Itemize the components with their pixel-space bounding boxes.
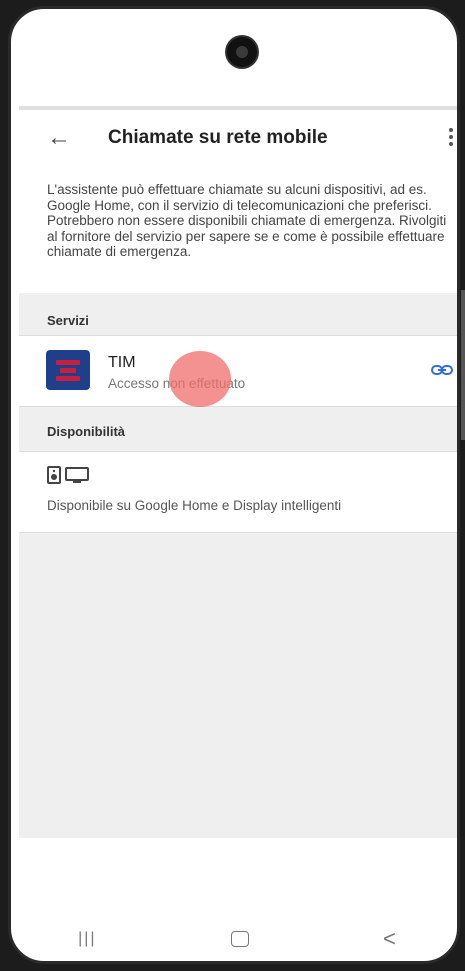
more-vert-icon[interactable] bbox=[449, 128, 453, 150]
service-name: TIM bbox=[108, 354, 136, 371]
touch-indicator bbox=[169, 351, 231, 407]
speaker-icon bbox=[47, 466, 61, 484]
availability-text: Disponibile su Google Home e Display int… bbox=[47, 498, 342, 513]
tim-logo bbox=[46, 350, 90, 390]
availability-icons bbox=[47, 466, 89, 484]
description-text: L'assistente può effettuare chiamate su … bbox=[19, 166, 457, 293]
recents-icon[interactable]: ||| bbox=[78, 930, 96, 948]
back-icon[interactable]: < bbox=[383, 926, 396, 952]
phone-frame: ← Chiamate su rete mobile L'assistente p… bbox=[8, 6, 460, 964]
app-screen: ← Chiamate su rete mobile L'assistente p… bbox=[19, 106, 457, 838]
page-title: Chiamate su rete mobile bbox=[108, 127, 328, 148]
services-section-label: Servizi bbox=[47, 313, 89, 328]
side-button bbox=[461, 290, 465, 440]
system-nav-bar: ||| < bbox=[11, 914, 457, 961]
link-icon[interactable] bbox=[431, 362, 453, 378]
arrow-left-icon[interactable]: ← bbox=[47, 126, 77, 150]
availability-section-label: Disponibilità bbox=[47, 424, 125, 439]
front-camera bbox=[227, 37, 257, 67]
app-bar: ← Chiamate su rete mobile bbox=[19, 106, 457, 166]
home-icon[interactable] bbox=[230, 931, 249, 947]
display-icon bbox=[65, 467, 89, 483]
service-item-tim[interactable]: TIM Accesso non effettuato bbox=[19, 335, 457, 407]
availability-card: Disponibile su Google Home e Display int… bbox=[19, 451, 457, 533]
